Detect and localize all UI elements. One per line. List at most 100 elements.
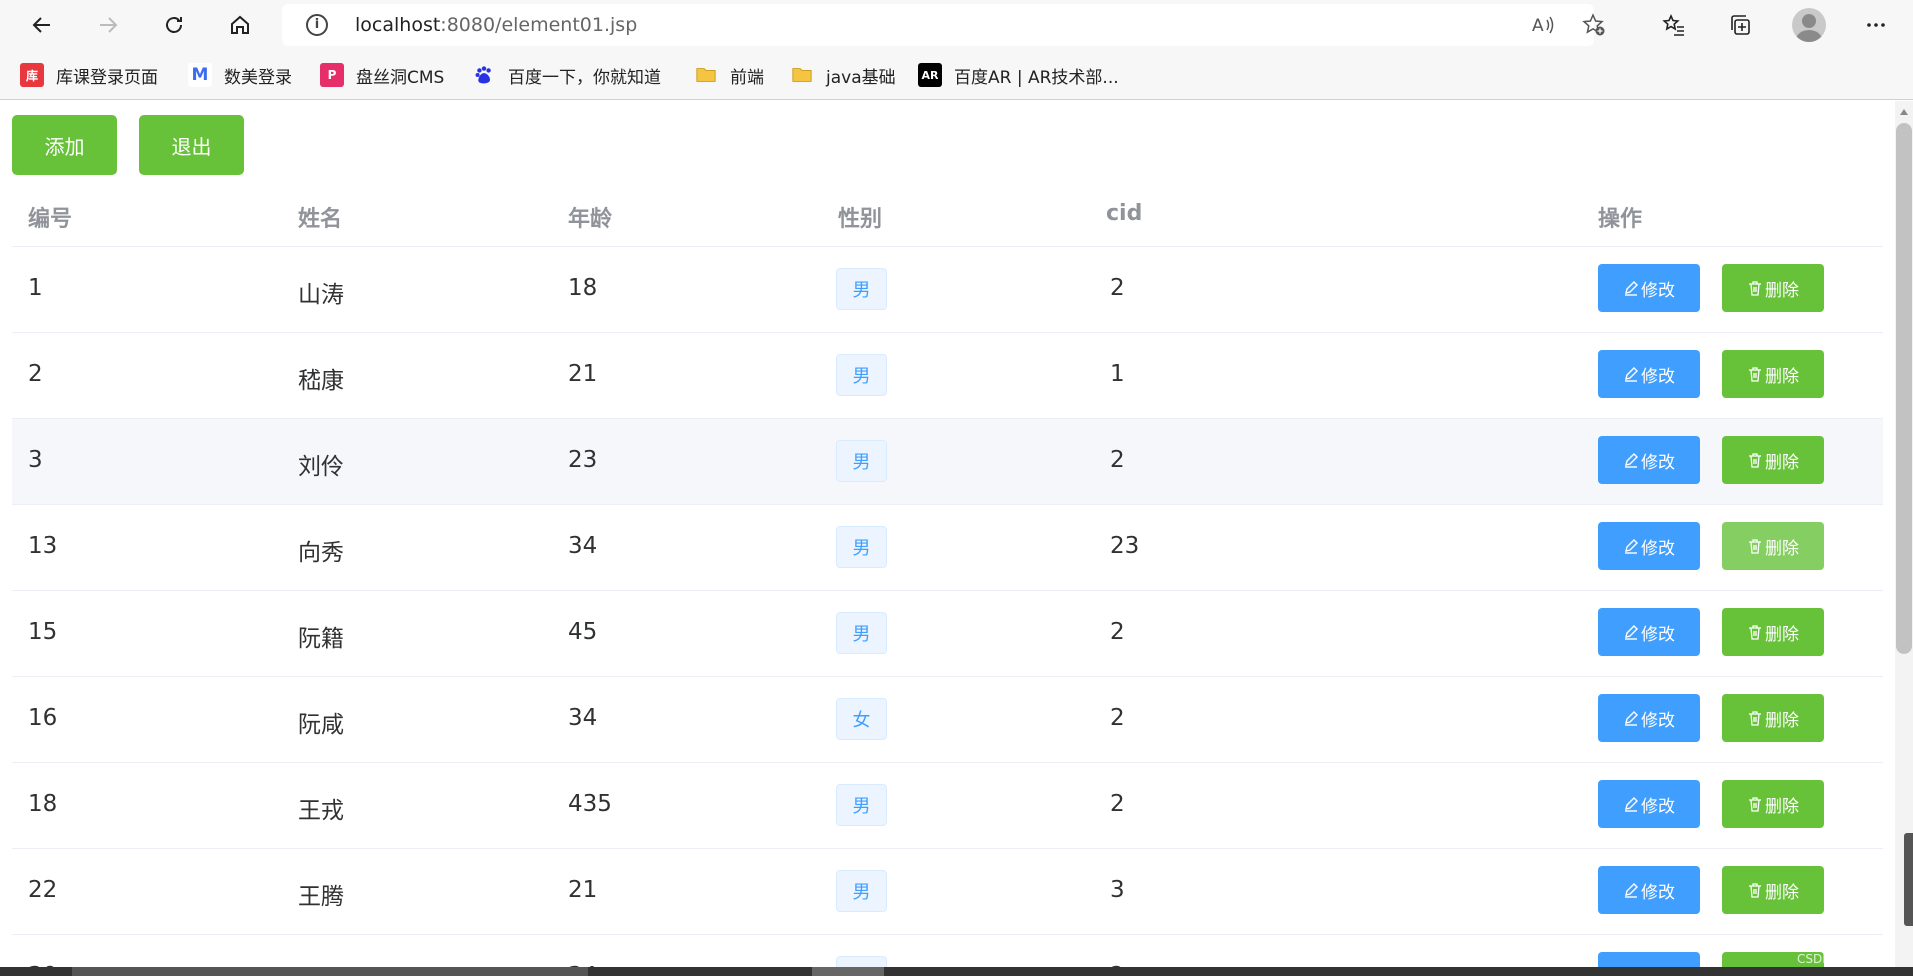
delete-button[interactable]: 删除 [1722, 350, 1824, 398]
trash-icon [1749, 281, 1761, 296]
bookmark-item[interactable]: M 数美登录 [188, 63, 292, 88]
kuke-logo-icon: 库 [20, 63, 44, 87]
cell-age: 21 [568, 361, 598, 387]
bookmark-item[interactable]: 库 库课登录页面 [20, 63, 158, 88]
header-age[interactable]: 年龄 [568, 201, 612, 233]
trash-icon [1749, 539, 1761, 554]
profile-avatar[interactable] [1792, 8, 1826, 42]
header-cid[interactable]: cid [1106, 201, 1142, 226]
cell-cid: 2 [1110, 275, 1125, 301]
hscroll-thumb-secondary[interactable] [812, 967, 884, 976]
bookmark-folder[interactable]: 前端 [694, 63, 764, 88]
edit-button[interactable]: 修改 [1598, 866, 1700, 914]
trash-icon [1749, 797, 1761, 812]
trash-icon [1749, 711, 1761, 726]
bookmark-item[interactable]: 百度一下，你就知道 [472, 63, 661, 88]
hscroll-thumb[interactable] [72, 967, 588, 976]
delete-button[interactable]: 删除 [1722, 866, 1824, 914]
add-button[interactable]: 添加 [12, 115, 117, 175]
table-row[interactable]: 15 阮籍 45 男 2 修改 删除 [12, 591, 1883, 677]
edit-button[interactable]: 修改 [1598, 264, 1700, 312]
more-dots-icon [1867, 23, 1885, 27]
cell-id: 22 [28, 877, 58, 903]
delete-button[interactable]: 删除 [1722, 522, 1824, 570]
browser-toolbar: i localhost:8080/element01.jsp A [0, 0, 1913, 50]
header-ops[interactable]: 操作 [1598, 201, 1642, 233]
gender-tag: 男 [836, 268, 887, 310]
edit-button[interactable]: 修改 [1598, 522, 1700, 570]
home-button[interactable] [222, 7, 258, 43]
delete-button[interactable]: 删除 [1722, 608, 1824, 656]
table-row[interactable]: 16 阮咸 34 女 2 修改 删除 [12, 677, 1883, 763]
delete-label: 删除 [1765, 452, 1799, 472]
shumei-logo-icon: M [188, 63, 212, 87]
trash-icon [1749, 625, 1761, 640]
gender-tag: 男 [836, 870, 887, 912]
info-icon[interactable]: i [306, 14, 328, 36]
edit-icon [1625, 797, 1638, 812]
cell-age: 34 [568, 533, 598, 559]
table-row[interactable]: 1 山涛 18 男 2 修改 删除 [12, 247, 1883, 333]
table-row[interactable]: 3 刘伶 23 男 2 修改 删除 [12, 419, 1883, 505]
edit-button[interactable]: 修改 [1598, 694, 1700, 742]
forward-button[interactable] [90, 7, 126, 43]
edit-icon [1625, 711, 1638, 726]
collections-button[interactable] [1722, 7, 1758, 43]
exit-button[interactable]: 退出 [139, 115, 244, 175]
cell-age: 435 [568, 791, 612, 817]
cell-age: 34 [568, 705, 598, 731]
edit-button[interactable]: 修改 [1598, 780, 1700, 828]
cell-id: 1 [28, 275, 43, 301]
add-favorite-icon[interactable] [1582, 13, 1608, 37]
arrow-right-icon [100, 17, 118, 33]
delete-button[interactable]: 删除 [1722, 694, 1824, 742]
edit-button[interactable]: 修改 [1598, 608, 1700, 656]
bookmark-item[interactable]: P 盘丝洞CMS [320, 63, 444, 88]
delete-button[interactable]: 删除 [1722, 780, 1824, 828]
url-text[interactable]: localhost:8080/element01.jsp [355, 14, 637, 36]
baidu-paw-icon [472, 63, 496, 87]
delete-label: 删除 [1765, 710, 1799, 730]
edit-icon [1625, 367, 1638, 382]
table-row[interactable]: 30黄蜗34男2修改删除 [12, 935, 1883, 967]
more-menu-button[interactable] [1858, 7, 1894, 43]
header-name[interactable]: 姓名 [298, 201, 342, 233]
cell-id: 18 [28, 791, 58, 817]
cell-name: 王腾 [298, 884, 344, 910]
bookmark-item[interactable]: AR 百度AR | AR技术部... [918, 63, 1119, 88]
sidebar-toggle-handle[interactable] [1904, 833, 1913, 926]
table-row[interactable]: 13 向秀 34 男 23 修改 删除 [12, 505, 1883, 591]
scroll-up-arrow-icon[interactable] [1900, 109, 1908, 115]
bookmark-folder[interactable]: java基础 [790, 63, 896, 88]
edit-button[interactable]: 修改 [1598, 436, 1700, 484]
cell-age: 45 [568, 619, 598, 645]
edit-label: 修改 [1641, 452, 1675, 472]
delete-button[interactable]: 删除 [1722, 436, 1824, 484]
delete-label: 删除 [1765, 366, 1799, 386]
horizontal-scrollbar[interactable] [0, 967, 1913, 976]
delete-label: 删除 [1765, 280, 1799, 300]
back-button[interactable] [24, 7, 60, 43]
favorites-list-icon [1662, 14, 1684, 36]
edit-label: 修改 [1641, 366, 1675, 386]
cell-name: 阮咸 [298, 712, 344, 738]
cell-cid: 3 [1110, 877, 1125, 903]
cell-age: 21 [568, 877, 598, 903]
cell-name: 王戎 [298, 798, 344, 824]
favorites-button[interactable] [1656, 7, 1692, 43]
scroll-thumb[interactable] [1896, 123, 1912, 654]
header-gender[interactable]: 性别 [838, 201, 882, 233]
table-row[interactable]: 22 王腾 21 男 3 修改 删除 [12, 849, 1883, 935]
table-row[interactable]: 18 王戎 435 男 2 修改 删除 [12, 763, 1883, 849]
reload-button[interactable] [156, 7, 192, 43]
delete-button[interactable]: 删除 [1722, 264, 1824, 312]
collections-icon [1731, 15, 1750, 35]
edit-button[interactable]: 修改 [1598, 952, 1700, 967]
header-id[interactable]: 编号 [28, 201, 72, 233]
table-row[interactable]: 2 嵇康 21 男 1 修改 删除 [12, 333, 1883, 419]
address-bar[interactable]: i localhost:8080/element01.jsp A [282, 4, 1605, 46]
gender-tag: 男 [836, 956, 887, 967]
edit-button[interactable]: 修改 [1598, 350, 1700, 398]
read-aloud-icon[interactable]: A [1530, 13, 1556, 37]
trash-icon [1749, 367, 1761, 382]
